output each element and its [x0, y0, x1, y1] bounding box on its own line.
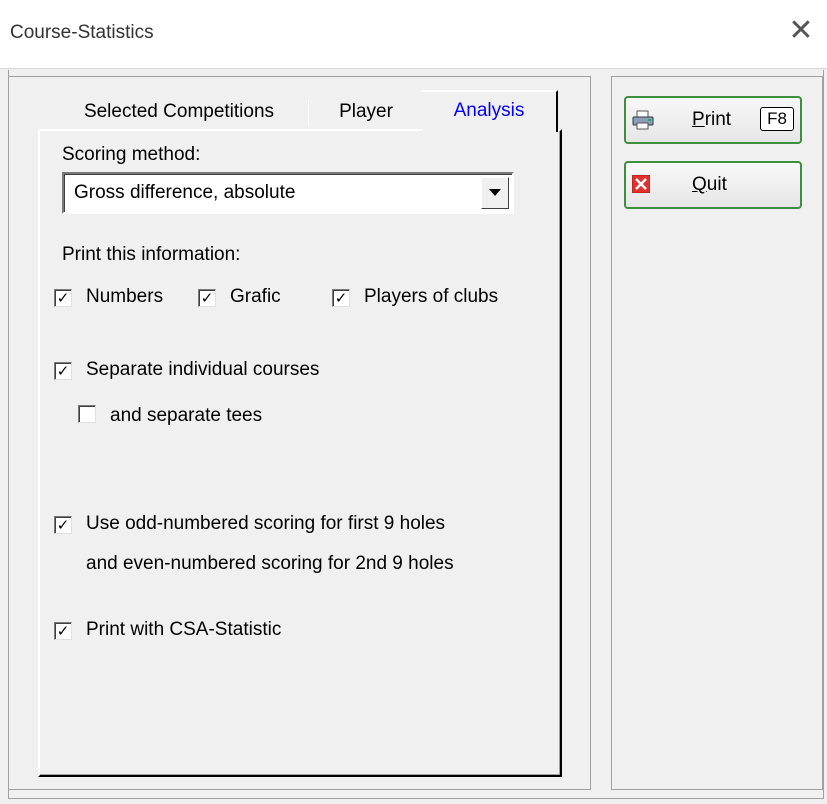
- print-button[interactable]: Print F8: [624, 96, 802, 144]
- scoring-method-select[interactable]: Gross difference, absolute: [62, 172, 514, 214]
- odd-even-scoring-checkbox[interactable]: ✓: [54, 516, 72, 534]
- close-window-button[interactable]: ✕: [784, 14, 818, 48]
- numbers-checkbox[interactable]: ✓: [54, 289, 72, 307]
- printer-icon: [632, 110, 654, 130]
- players-of-clubs-checkbox[interactable]: ✓: [332, 289, 350, 307]
- tab-player[interactable]: Player: [312, 94, 420, 130]
- quit-button[interactable]: Quit: [624, 161, 802, 209]
- print-button-label: rint: [704, 109, 732, 130]
- players-of-clubs-label: Players of clubs: [364, 286, 499, 307]
- separate-tees-checkbox[interactable]: [78, 405, 96, 423]
- tab-analysis[interactable]: Analysis: [422, 90, 558, 132]
- separate-tees-label: and separate tees: [110, 405, 263, 426]
- window-title: Course-Statistics: [10, 22, 154, 43]
- grafic-label: Grafic: [230, 286, 281, 307]
- dropdown-button[interactable]: [481, 177, 509, 209]
- grafic-checkbox[interactable]: ✓: [198, 289, 216, 307]
- scoring-method-value: Gross difference, absolute: [74, 182, 296, 203]
- tab-selected-competitions[interactable]: Selected Competitions: [50, 94, 308, 130]
- separate-courses-label: Separate individual courses: [86, 359, 320, 380]
- print-info-label: Print this information:: [62, 244, 241, 265]
- numbers-label: Numbers: [86, 286, 164, 307]
- scoring-method-label: Scoring method:: [62, 144, 201, 165]
- quit-button-accelerator: Q: [692, 174, 707, 195]
- quit-button-label: uit: [706, 174, 727, 195]
- chevron-down-icon: [489, 189, 501, 196]
- odd-even-scoring-label-line2: and even-numbered scoring for 2nd 9 hole…: [86, 553, 454, 574]
- analysis-tab-panel: [38, 129, 562, 777]
- print-button-accelerator: P: [692, 109, 705, 130]
- csa-statistic-label: Print with CSA-Statistic: [86, 619, 282, 640]
- title-bar: Course-Statistics ✕: [0, 0, 827, 69]
- odd-even-scoring-label: Use odd-numbered scoring for first 9 hol…: [86, 513, 446, 534]
- csa-statistic-checkbox[interactable]: ✓: [54, 622, 72, 640]
- separate-courses-checkbox[interactable]: ✓: [54, 362, 72, 380]
- close-icon: [631, 174, 652, 195]
- print-shortcut-badge: F8: [760, 107, 794, 131]
